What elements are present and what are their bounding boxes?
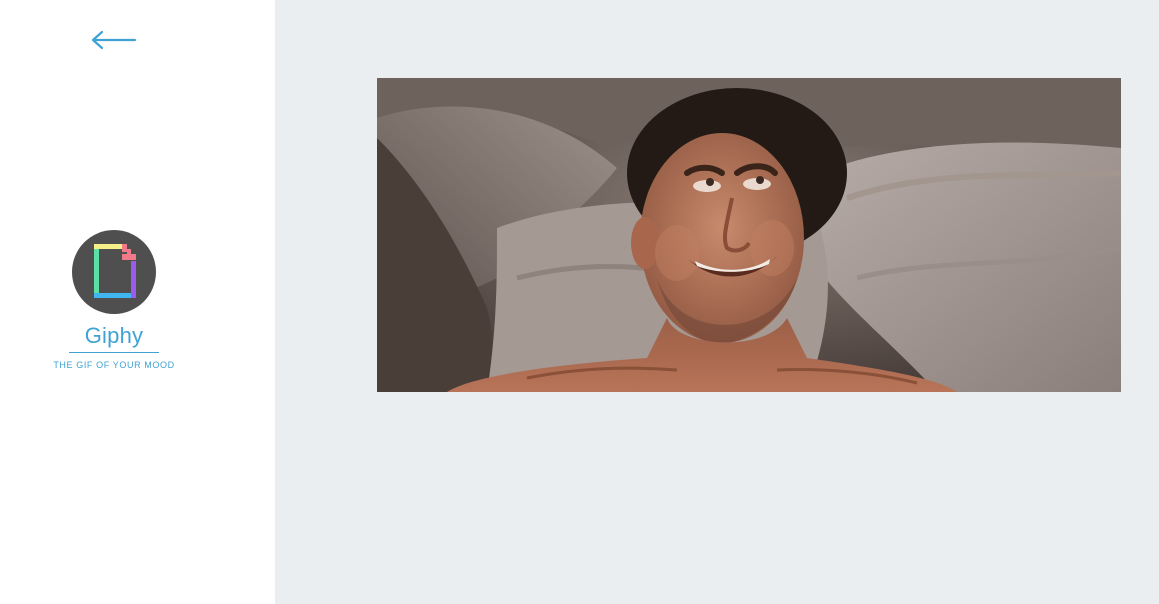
avatar[interactable] <box>72 230 156 314</box>
back-button[interactable] <box>90 28 138 52</box>
brand-block: Giphy THE GIF OF YOUR MOOD <box>0 230 228 370</box>
arrow-left-icon <box>90 28 138 52</box>
brand-tagline: THE GIF OF YOUR MOOD <box>53 360 175 370</box>
sidebar: Giphy THE GIF OF YOUR MOOD <box>0 0 275 604</box>
brand-divider <box>69 352 159 353</box>
app-window: Giphy THE GIF OF YOUR MOOD <box>0 0 1159 604</box>
main-content <box>275 0 1159 604</box>
gif-image[interactable] <box>377 78 1121 392</box>
brand-name: Giphy <box>84 323 144 348</box>
